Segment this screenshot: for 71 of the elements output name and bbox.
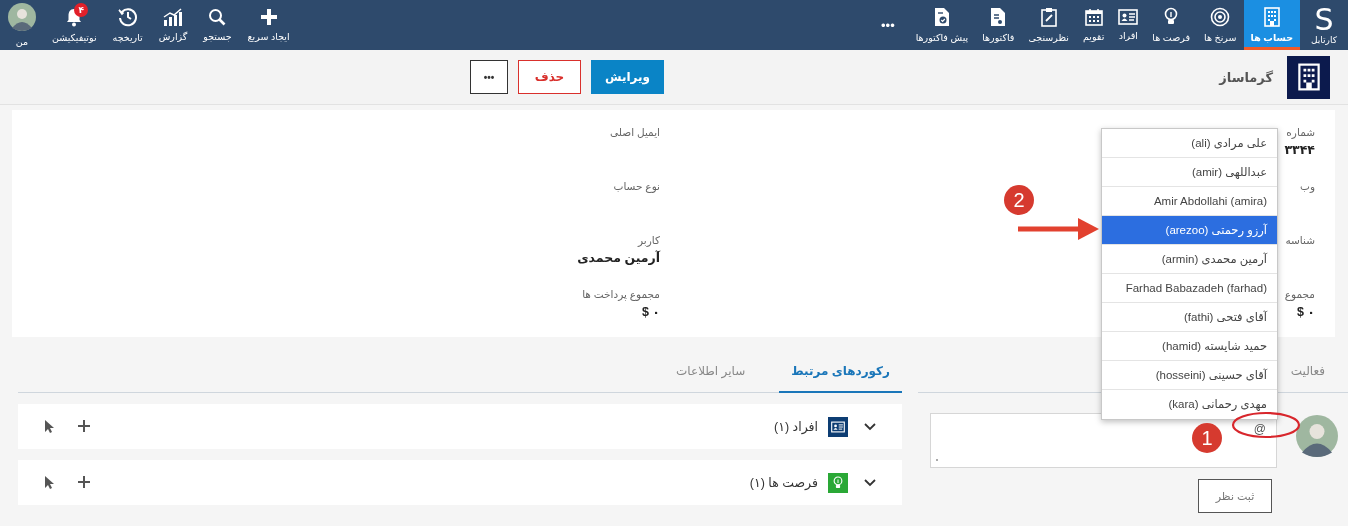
chevron-down-icon bbox=[864, 478, 876, 487]
building-icon bbox=[1263, 7, 1280, 27]
field-label: شناسه bbox=[1285, 234, 1315, 246]
record-title: گرماساز bbox=[1219, 69, 1273, 85]
avatar bbox=[8, 3, 36, 31]
nav-tab[interactable]: پیش فاکتورها bbox=[908, 0, 976, 50]
toolbar-button[interactable]: جستجو bbox=[195, 0, 240, 50]
plus-icon bbox=[259, 8, 278, 26]
toolbar-button[interactable]: نوتیفیکیشن ۴ bbox=[44, 0, 105, 50]
lightbulb-icon bbox=[1164, 7, 1179, 27]
toolbar-button[interactable]: تاریخچه bbox=[104, 0, 151, 50]
toolbar-button[interactable]: من bbox=[0, 0, 44, 50]
nav-tab[interactable]: فرصت ها bbox=[1145, 0, 1198, 50]
toolbar-button[interactable]: ایجاد سریع bbox=[239, 0, 298, 50]
field-value: ۰ $ bbox=[641, 305, 660, 319]
cursor-icon bbox=[44, 476, 54, 489]
plus-icon bbox=[78, 420, 90, 432]
field-label: نوع حساب bbox=[613, 180, 660, 192]
menu-item[interactable]: علی مرادی (ali) bbox=[1102, 129, 1277, 158]
clipboard-icon bbox=[1040, 7, 1057, 27]
menu-item[interactable]: آقای حسینی (hosseini) bbox=[1102, 361, 1277, 390]
notification-badge: ۴ bbox=[74, 3, 89, 17]
menu-item[interactable]: آرزو رحمتی (arezoo) bbox=[1102, 216, 1277, 245]
cursor-icon bbox=[44, 420, 54, 433]
field-label: مجموع پرداخت ها bbox=[582, 288, 660, 300]
field-label: وب bbox=[1300, 180, 1315, 192]
field-label: کاربر bbox=[638, 234, 660, 246]
more-button[interactable]: ••• bbox=[867, 0, 909, 50]
nav-tab[interactable]: فاکتورها bbox=[975, 0, 1022, 50]
menu-item[interactable]: حمید شایسته (hamid) bbox=[1102, 332, 1277, 361]
field-value: ۳۳۴۴ bbox=[1284, 143, 1315, 157]
edit-button[interactable]: ویرایش bbox=[591, 60, 664, 94]
nav-tab[interactable]: سرنخ ها bbox=[1197, 0, 1244, 50]
field-label: مجموع bbox=[1284, 288, 1315, 300]
contact-card-icon bbox=[1118, 9, 1139, 25]
more-button[interactable]: ••• bbox=[470, 60, 508, 94]
nav-tab[interactable]: نظرسنجی bbox=[1021, 0, 1076, 50]
nav-tab[interactable]: تقویم bbox=[1076, 0, 1112, 50]
field-label: شماره bbox=[1286, 126, 1315, 138]
section-title[interactable]: فرصت ها (۱) bbox=[749, 475, 818, 490]
tab[interactable]: رکوردهای مرتبط bbox=[779, 364, 902, 393]
menu-item[interactable]: آقای فتحی (fathi) bbox=[1102, 303, 1277, 332]
menu-item[interactable]: Farhad Babazadeh (farhad) bbox=[1102, 274, 1277, 303]
step-badge: 2 bbox=[1004, 185, 1034, 215]
highlight-ellipse bbox=[1231, 411, 1301, 439]
field-label: ایمیل اصلی bbox=[610, 126, 660, 138]
menu-item[interactable]: عبداللهی (amir) bbox=[1102, 158, 1277, 187]
nav-tab[interactable]: افراد bbox=[1111, 0, 1146, 50]
submit-comment-button[interactable]: ثبت نظر bbox=[1198, 479, 1272, 513]
bar-chart-icon bbox=[163, 8, 183, 26]
app-logo[interactable]: S bbox=[1314, 5, 1334, 35]
field-value: آرمین محمدی bbox=[577, 251, 660, 265]
avatar bbox=[1296, 415, 1338, 457]
account-icon bbox=[1287, 55, 1330, 99]
toolbar-button[interactable]: گزارش bbox=[150, 0, 196, 50]
calendar-icon bbox=[1084, 8, 1103, 26]
field-value: ۰ $ bbox=[1296, 305, 1315, 319]
target-icon bbox=[1210, 7, 1231, 27]
app-name: کارتابل bbox=[1311, 35, 1337, 45]
step-badge: 1 bbox=[1192, 423, 1222, 453]
chevron-down-icon bbox=[864, 422, 876, 431]
contact-card-icon bbox=[828, 416, 848, 437]
plus-icon bbox=[78, 476, 90, 488]
document-icon bbox=[990, 7, 1007, 27]
section-title[interactable]: افراد (۱) bbox=[774, 419, 818, 434]
document-check-icon bbox=[933, 7, 950, 27]
menu-item[interactable]: آرمین محمدی (armin) bbox=[1102, 245, 1277, 274]
delete-button[interactable]: حذف bbox=[518, 60, 581, 94]
clock-history-icon bbox=[117, 7, 138, 27]
lightbulb-icon bbox=[828, 472, 848, 493]
search-icon bbox=[208, 8, 227, 26]
